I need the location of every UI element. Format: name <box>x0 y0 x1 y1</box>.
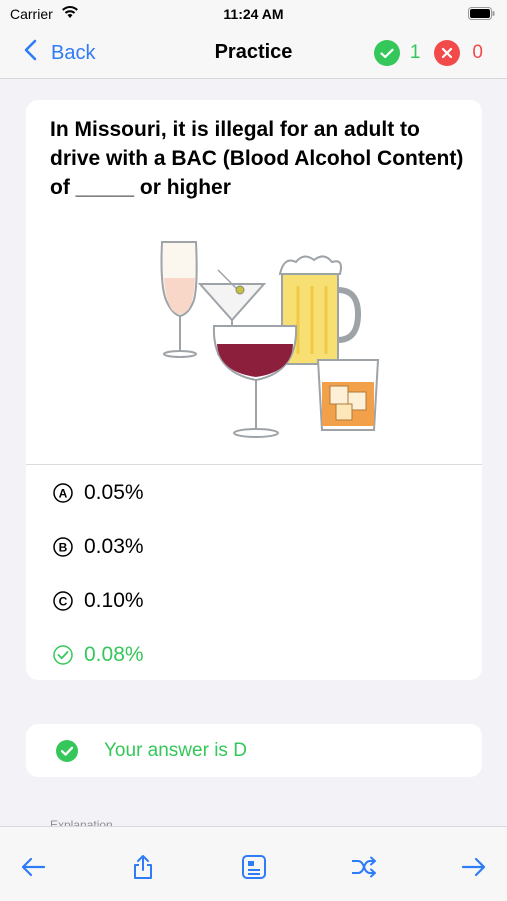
option-a-letter-icon: A <box>52 482 74 504</box>
correct-count: 1 <box>409 42 421 63</box>
bottom-toolbar <box>0 826 507 901</box>
correct-check-icon <box>373 40 400 66</box>
svg-text:C: C <box>59 595 68 609</box>
card-icon <box>241 854 267 885</box>
option-c-letter-icon: C <box>52 590 74 612</box>
svg-text:A: A <box>59 487 68 501</box>
option-d[interactable]: 0.08% <box>52 640 144 670</box>
battery-icon <box>468 7 495 23</box>
question-card: In Missouri, it is illegal for an adult … <box>26 100 482 680</box>
status-bar: Carrier 11:24 AM <box>0 0 507 28</box>
wrong-x-icon <box>434 40 461 66</box>
check-circle-icon <box>56 739 78 762</box>
question-text: In Missouri, it is illegal for an adult … <box>50 118 464 199</box>
option-c-text: 0.10% <box>84 589 144 612</box>
arrow-right-icon <box>461 857 487 882</box>
previous-button[interactable] <box>18 854 48 884</box>
result-text: Your answer is D <box>104 739 247 761</box>
correct-check-circle-icon <box>52 644 74 666</box>
divider <box>26 464 482 465</box>
next-button[interactable] <box>459 854 489 884</box>
share-button[interactable] <box>128 854 158 884</box>
option-a[interactable]: A 0.05% <box>52 478 144 508</box>
option-a-text: 0.05% <box>84 481 144 504</box>
result-card: Your answer is D <box>26 724 482 777</box>
navigation-bar: Back Practice 1 0 <box>0 28 507 79</box>
option-b-letter-icon: B <box>52 536 74 558</box>
wrong-count: 0 <box>472 42 483 63</box>
card-view-button[interactable] <box>239 854 269 884</box>
option-b[interactable]: B 0.03% <box>52 532 144 562</box>
option-d-text: 0.08% <box>84 643 144 666</box>
option-b-text: 0.03% <box>84 535 144 558</box>
shuffle-button[interactable] <box>349 854 379 884</box>
status-time: 11:24 AM <box>223 6 284 22</box>
svg-text:B: B <box>59 541 68 555</box>
shuffle-icon <box>350 856 378 883</box>
arrow-left-icon <box>20 857 46 882</box>
alcoholic-drinks-illustration <box>156 230 386 450</box>
score-counter: 1 0 <box>373 40 483 66</box>
option-c[interactable]: C 0.10% <box>52 586 144 616</box>
share-icon <box>132 854 154 885</box>
